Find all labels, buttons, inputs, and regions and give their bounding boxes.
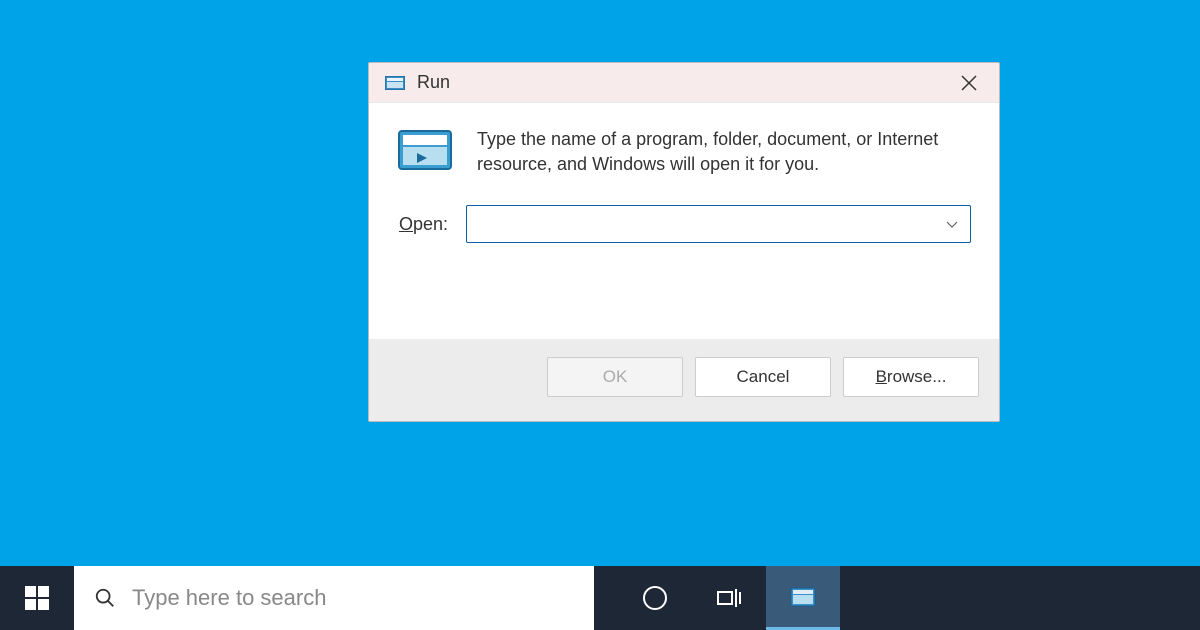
- search-icon: [94, 587, 116, 609]
- cancel-button[interactable]: Cancel: [695, 357, 831, 397]
- info-row: Type the name of a program, folder, docu…: [397, 127, 971, 177]
- browse-button[interactable]: Browse...: [843, 357, 979, 397]
- task-view-icon: [716, 585, 742, 611]
- search-input[interactable]: [132, 585, 574, 611]
- run-dialog: Run Type the name of a program, folder, …: [368, 62, 1000, 422]
- dialog-body: Type the name of a program, folder, docu…: [369, 103, 999, 339]
- taskbar-search[interactable]: [74, 566, 594, 630]
- taskbar-fill: [840, 566, 1200, 630]
- run-large-icon: [397, 129, 453, 171]
- run-taskbar-item[interactable]: [766, 566, 840, 630]
- open-row: Open:: [397, 205, 971, 243]
- dialog-titlebar[interactable]: Run: [369, 63, 999, 103]
- close-icon: [961, 75, 977, 91]
- dialog-title: Run: [417, 72, 949, 93]
- run-icon: [385, 76, 405, 90]
- open-input[interactable]: [477, 215, 944, 233]
- windows-icon: [25, 586, 49, 610]
- open-combobox[interactable]: [466, 205, 971, 243]
- task-view-button[interactable]: [692, 566, 766, 630]
- chevron-down-icon[interactable]: [944, 216, 960, 232]
- dialog-footer: OK Cancel Browse...: [369, 339, 999, 421]
- dialog-description: Type the name of a program, folder, docu…: [477, 127, 971, 177]
- taskbar: [0, 566, 1200, 630]
- cortana-button[interactable]: [618, 566, 692, 630]
- spacer: [594, 566, 618, 630]
- start-button[interactable]: [0, 566, 74, 630]
- open-label: Open:: [399, 214, 448, 235]
- ok-button[interactable]: OK: [547, 357, 683, 397]
- run-icon: [790, 584, 816, 610]
- close-button[interactable]: [949, 63, 989, 103]
- cortana-icon: [642, 585, 668, 611]
